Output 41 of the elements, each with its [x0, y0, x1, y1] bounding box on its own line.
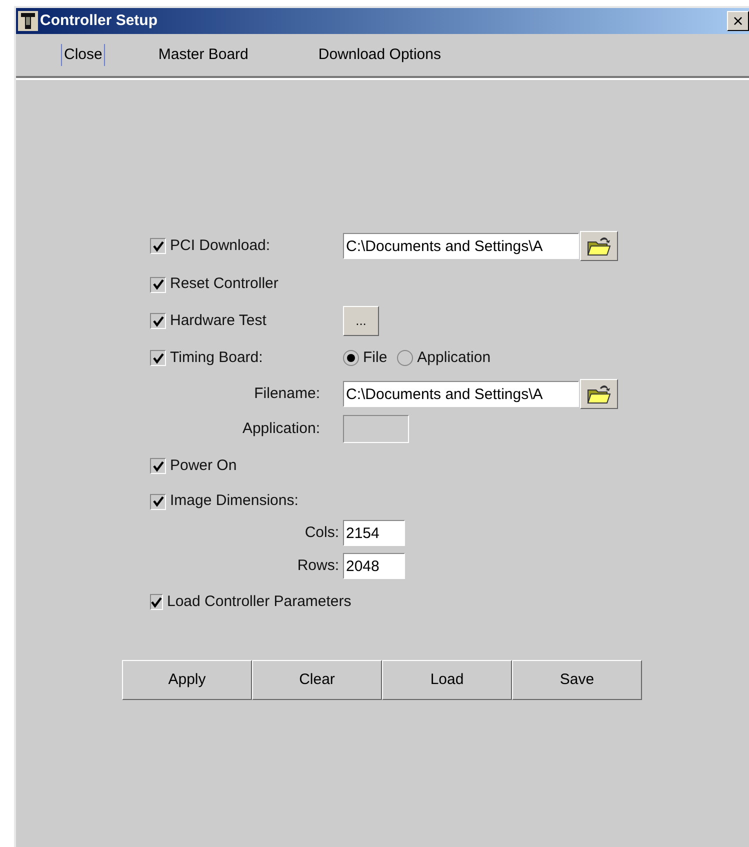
menu-item[interactable]: Close — [61, 44, 106, 66]
browse-button[interactable] — [580, 379, 618, 409]
option-label: PCI Download: — [170, 236, 270, 256]
path-field[interactable]: C:\Documents and Settings\A — [343, 381, 579, 407]
checkbox[interactable] — [150, 313, 166, 329]
radio-button[interactable] — [397, 350, 414, 366]
option-label: Rows: — [297, 556, 339, 576]
checkbox[interactable] — [150, 350, 166, 366]
checkbox[interactable] — [150, 458, 166, 474]
number-field[interactable]: 2048 — [343, 553, 405, 579]
browse-button[interactable] — [580, 231, 618, 261]
ellipsis-button[interactable]: ... — [343, 306, 379, 336]
folder-icon — [587, 236, 611, 256]
action-button[interactable]: Save — [512, 660, 642, 700]
checkbox[interactable] — [150, 594, 163, 610]
path-field[interactable]: C:\Documents and Settings\A — [343, 233, 579, 259]
menu-item[interactable]: Download Options — [315, 44, 444, 66]
close-button[interactable]: × — [727, 11, 749, 31]
checkbox[interactable] — [150, 276, 166, 292]
option-label: Timing Board: — [170, 348, 263, 368]
option-label: Load Controller Parameters — [167, 592, 352, 612]
option-label: Application: — [242, 418, 320, 439]
checkbox[interactable] — [150, 238, 166, 254]
option-label: Cols: — [304, 522, 339, 543]
number-field[interactable]: 2154 — [343, 520, 405, 546]
option-label: Image Dimensions: — [170, 491, 298, 512]
app-icon — [18, 11, 38, 31]
option-label: Hardware Test — [170, 310, 266, 331]
option-label: Power On — [170, 456, 237, 476]
radio-button[interactable] — [343, 350, 359, 366]
folder-icon — [587, 384, 611, 404]
menu-item[interactable]: Master Board — [155, 44, 252, 66]
checkbox[interactable] — [150, 494, 166, 510]
action-button[interactable]: Load — [382, 660, 512, 700]
option-label: Filename: — [254, 384, 320, 404]
radio-label: Application — [417, 348, 491, 368]
radio-label: File — [363, 348, 388, 368]
option-label: Reset Controller — [170, 274, 278, 294]
window-title: Controller Setup — [40, 10, 158, 31]
action-button[interactable]: Apply — [122, 660, 252, 700]
action-button[interactable]: Clear — [252, 660, 382, 700]
